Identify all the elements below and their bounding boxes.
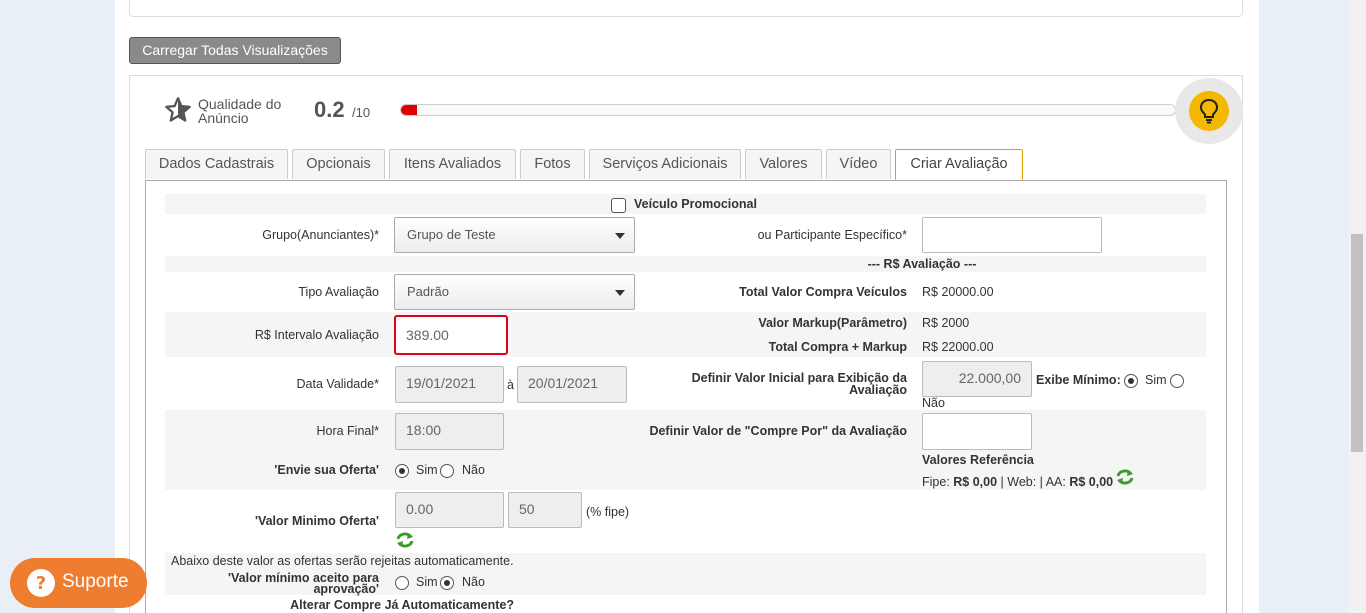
tab-fotos[interactable]: Fotos: [520, 149, 585, 179]
tab-dados-cadastrais[interactable]: Dados Cadastrais: [145, 149, 288, 179]
final-hour-label: Hora Final*: [316, 424, 379, 438]
final-hour-input[interactable]: 18:00: [395, 413, 504, 450]
type-select-value: Padrão: [407, 284, 449, 299]
total-markup-label: Total Compra + Markup: [768, 340, 907, 354]
ref-values-label: Valores Referência: [922, 453, 1034, 467]
markup-label: Valor Markup(Parâmetro): [758, 316, 907, 330]
validity-from-input[interactable]: 19/01/2021: [395, 366, 504, 403]
send-offer-label: 'Envie sua Oferta': [274, 463, 379, 477]
chevron-down-icon: [615, 290, 625, 296]
top-card: [129, 0, 1243, 17]
min-accept-label-2: aprovação': [313, 582, 379, 596]
interval-input[interactable]: 389.00: [394, 315, 508, 355]
min-offer-pct-label: (% fipe): [586, 505, 630, 519]
buy-for-input[interactable]: [922, 413, 1032, 450]
min-offer-pct-input[interactable]: 50: [508, 492, 582, 528]
tab-criar-avaliacao[interactable]: Criar Avaliação: [895, 149, 1023, 180]
quality-label: Qualidade do Anúncio: [198, 96, 282, 126]
show-min-label: Exibe Mínimo:: [1036, 373, 1121, 387]
refresh-icon[interactable]: [395, 531, 415, 549]
promo-checkbox[interactable]: [611, 198, 626, 213]
initial-value-input[interactable]: 22.000,00: [922, 361, 1032, 397]
auto-buy-label: Alterar Compre Já Automaticamente?: [290, 598, 514, 612]
show-min-no-radio[interactable]: [1170, 374, 1184, 388]
min-accept-no-radio[interactable]: [440, 576, 454, 590]
quality-progress-track: [400, 104, 1176, 116]
total-markup-value: R$ 22000.00: [922, 340, 994, 354]
help-icon: ?: [27, 569, 55, 597]
interval-label: R$ Intervalo Avaliação: [254, 328, 379, 342]
min-accept-yes-label: Sim: [416, 575, 438, 589]
group-select-value: Grupo de Teste: [407, 227, 496, 242]
tab-valores[interactable]: Valores: [745, 149, 822, 179]
scrollbar-thumb[interactable]: [1351, 234, 1363, 452]
ref-values-line: Fipe: R$ 0,00 | Web: | AA: R$ 0,00: [922, 475, 1113, 489]
validity-to-input[interactable]: 20/01/2021: [517, 366, 627, 403]
quality-progress-fill: [401, 105, 417, 115]
promo-label: Veículo Promocional: [634, 197, 757, 211]
tab-itens-avaliados[interactable]: Itens Avaliados: [389, 149, 516, 179]
tip-bulb[interactable]: [1189, 91, 1229, 131]
star-icon: [165, 97, 191, 122]
buy-for-label: Definir Valor de "Compre Por" da Avaliaç…: [649, 424, 907, 438]
send-offer-no-label: Não: [462, 463, 485, 477]
send-offer-yes-label: Sim: [416, 463, 438, 477]
send-offer-yes-radio[interactable]: [395, 464, 409, 478]
refresh-icon[interactable]: [1115, 468, 1135, 486]
send-offer-no-radio[interactable]: [440, 464, 454, 478]
support-button[interactable]: ? Suporte: [10, 558, 147, 608]
group-label: Grupo(Anunciantes)*: [262, 228, 379, 242]
reject-note: Abaixo deste valor as ofertas serão reje…: [171, 554, 514, 568]
type-label: Tipo Avaliação: [298, 285, 379, 299]
min-offer-input[interactable]: 0.00: [395, 492, 504, 528]
ref-fipe-label: Fipe:: [922, 475, 950, 489]
tab-servicos-adicionais[interactable]: Serviços Adicionais: [589, 149, 741, 179]
ref-web-label: | Web: | AA:: [997, 475, 1066, 489]
lightbulb-icon: [1199, 98, 1219, 124]
quality-score-max: /10: [352, 105, 371, 120]
ref-fipe-value: R$ 0,00: [953, 475, 998, 489]
tab-opcionais[interactable]: Opcionais: [292, 149, 385, 179]
participant-label: ou Participante Específico*: [757, 228, 907, 242]
show-min-yes-label: Sim: [1145, 373, 1167, 387]
total-purchase-label: Total Valor Compra Veículos: [739, 285, 907, 299]
markup-value: R$ 2000: [922, 316, 970, 330]
min-accept-no-label: Não: [462, 575, 485, 589]
initial-value-label-2: Avaliação: [849, 383, 907, 397]
quality-score: 0.2: [314, 97, 345, 122]
section-title: --- R$ Avaliação ---: [867, 257, 977, 271]
validity-separator: à: [507, 378, 514, 392]
min-accept-yes-radio[interactable]: [395, 576, 409, 590]
ref-aa-value: R$ 0,00: [1069, 475, 1114, 489]
show-min-no-label: Não: [922, 396, 945, 410]
participant-input[interactable]: [922, 217, 1102, 253]
validity-label: Data Validade*: [296, 377, 379, 391]
tab-video[interactable]: Vídeo: [826, 149, 891, 179]
svg-text:?: ?: [36, 573, 46, 594]
support-label: Suporte: [62, 571, 129, 592]
group-select[interactable]: Grupo de Teste: [394, 217, 635, 253]
total-purchase-value: R$ 20000.00: [922, 285, 994, 299]
load-all-views-button[interactable]: Carregar Todas Visualizações: [129, 37, 341, 64]
show-min-yes-radio[interactable]: [1124, 374, 1138, 388]
chevron-down-icon: [615, 233, 625, 239]
type-select[interactable]: Padrão: [394, 274, 635, 310]
min-offer-label: 'Valor Minimo Oferta': [254, 514, 379, 528]
